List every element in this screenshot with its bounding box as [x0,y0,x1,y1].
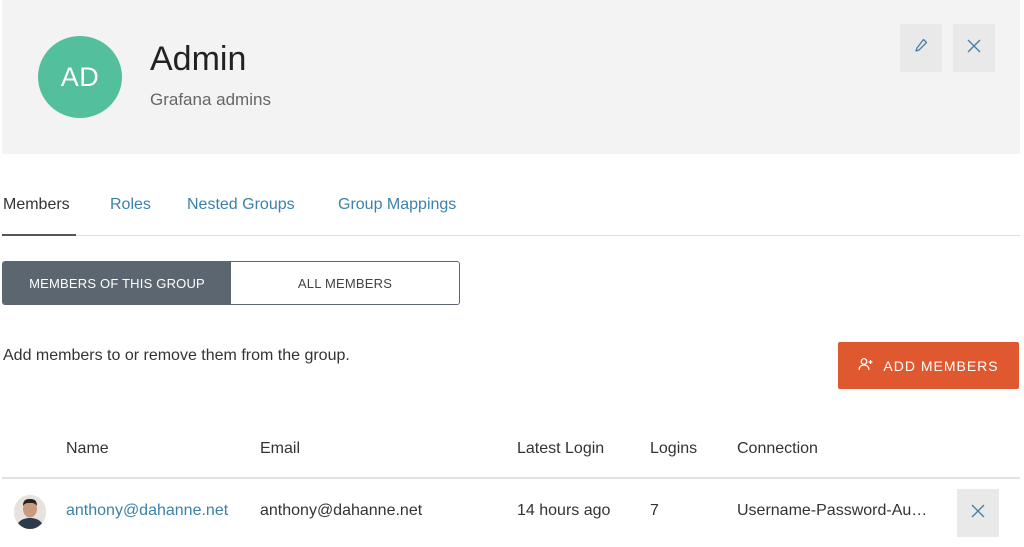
table-header-divider [2,477,1020,479]
column-header-connection[interactable]: Connection [737,440,818,458]
column-header-email[interactable]: Email [260,440,300,458]
member-email: anthony@dahanne.net [260,502,423,519]
member-name-link[interactable]: anthony@dahanne.net [66,502,228,520]
tab-nested-groups[interactable]: Nested Groups [187,196,295,214]
close-icon [970,503,986,524]
close-icon [966,38,982,59]
member-connection: Username-Password-Au… [737,502,928,519]
close-button[interactable] [953,24,995,72]
members-of-group-option[interactable]: MEMBERS OF THIS GROUP [3,262,231,304]
column-header-name[interactable]: Name [66,440,109,458]
add-user-icon [858,357,873,374]
add-members-button[interactable]: ADD MEMBERS [838,342,1019,389]
column-header-logins[interactable]: Logins [650,440,697,458]
active-tab-indicator [2,234,76,236]
column-header-latest-login[interactable]: Latest Login [517,440,604,458]
member-login-count: 7 [650,502,659,519]
edit-button[interactable] [900,24,942,72]
group-title: Admin [150,40,247,78]
members-description: Add members to or remove them from the g… [3,347,350,364]
user-avatar [14,495,46,529]
pencil-icon [914,38,928,59]
group-header: AD Admin Grafana admins [2,0,1020,154]
member-filter-toggle: MEMBERS OF THIS GROUP ALL MEMBERS [2,261,460,305]
tab-group-mappings[interactable]: Group Mappings [338,196,456,214]
remove-member-button[interactable] [957,489,999,537]
all-members-option[interactable]: ALL MEMBERS [231,262,459,304]
member-latest-login: 14 hours ago [517,502,611,519]
tab-members[interactable]: Members [3,196,70,214]
group-tabs: Members Roles Nested Groups Group Mappin… [2,190,1020,236]
add-members-label: ADD MEMBERS [883,357,999,374]
group-avatar: AD [38,36,122,118]
tab-roles[interactable]: Roles [110,196,151,214]
group-description: Grafana admins [150,90,271,109]
